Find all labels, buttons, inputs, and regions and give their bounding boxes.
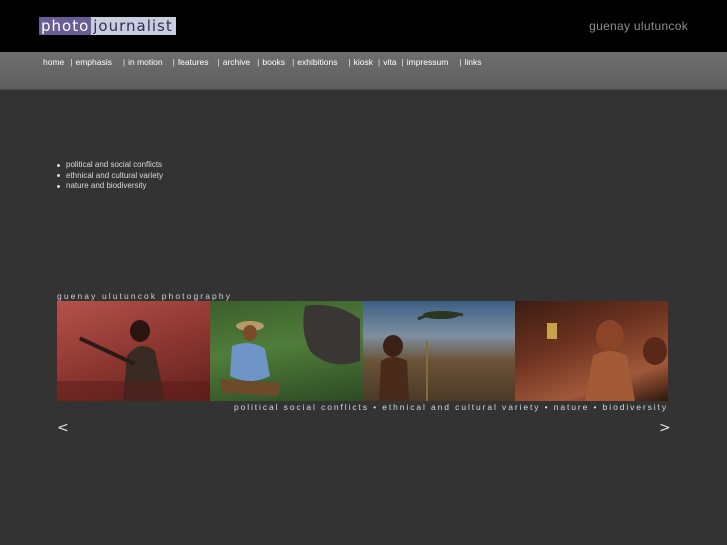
bullet-icon <box>57 184 60 188</box>
photo-child[interactable] <box>362 301 516 401</box>
photo-himba-figure <box>547 320 668 401</box>
nav-impressum[interactable]: impressum <box>407 57 449 67</box>
gallery-subtitle: political social conflicts • ethnical an… <box>233 402 668 412</box>
nav-home[interactable]: home <box>43 57 64 67</box>
topic-label: political and social conflicts <box>66 160 163 169</box>
author-name: guenay ulutuncok <box>589 19 688 33</box>
header-bar: photo journalist guenay ulutuncok <box>0 0 727 52</box>
photo-conflict-figure <box>57 320 210 401</box>
topic-label: nature and biodiversity <box>66 181 147 190</box>
photo-conflict[interactable] <box>57 301 210 401</box>
main-nav: home | emphasis | in motion | features | arc… <box>43 57 482 67</box>
nav-vita[interactable]: vita <box>383 57 396 67</box>
bullet-icon <box>57 163 60 167</box>
navigation-bar: home | emphasis | in motion | features | arc… <box>0 52 727 90</box>
previous-arrow-icon[interactable]: < <box>57 420 69 436</box>
nav-kiosk[interactable]: kiosk <box>354 57 373 67</box>
nav-links[interactable]: links <box>465 57 482 67</box>
nav-books[interactable]: books <box>262 57 285 67</box>
nav-exhibitions[interactable]: exhibitions <box>297 57 337 67</box>
nav-features[interactable]: features <box>178 57 209 67</box>
list-item: political and social conflicts <box>57 160 163 171</box>
next-arrow-icon[interactable]: > <box>659 420 671 436</box>
list-item: ethnical and cultural variety <box>57 171 163 182</box>
nav-emphasis[interactable]: emphasis <box>75 57 111 67</box>
photo-child-figure <box>378 311 463 401</box>
photo-farmer[interactable] <box>209 301 363 401</box>
bullet-icon <box>57 174 60 178</box>
logo-part-photo: photo <box>39 17 92 35</box>
photo-himba-woman[interactable] <box>515 301 668 401</box>
photo-farmer-figure <box>219 304 360 396</box>
topic-label: ethnical and cultural variety <box>66 170 163 180</box>
photo-strip <box>57 301 668 401</box>
photojournalist-logo[interactable]: photo journalist <box>39 17 176 35</box>
list-item: nature and biodiversity <box>57 181 163 192</box>
topics-list: political and social conflicts ethnical … <box>57 160 163 192</box>
gallery-caption: guenay ulutuncok photography <box>57 291 233 301</box>
logo-part-journalist: journalist <box>91 17 176 35</box>
nav-in-motion[interactable]: in motion <box>128 57 163 67</box>
nav-archive[interactable]: archive <box>223 57 250 67</box>
